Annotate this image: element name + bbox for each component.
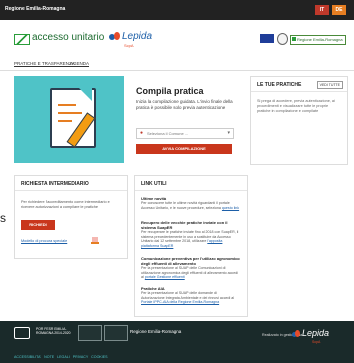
top-bar: Regione Emilia-Romagna IT DE xyxy=(0,0,354,20)
link-utili-panel: LINK UTILI Ultime novità Per conoscere t… xyxy=(134,175,248,317)
document-fold xyxy=(79,88,92,101)
nav-bar: PRATICHE E TRASPARENZA AGENDA xyxy=(0,58,354,71)
link-item: Comunicazione preventiva per l'utilizzo … xyxy=(141,256,241,280)
avvia-compilazione-button[interactable]: AVVIA COMPILAZIONE xyxy=(136,144,232,154)
lepida-logo-sub: ScpA xyxy=(124,43,134,48)
link-item-anchor[interactable]: Portale IPPC-AIA della Regione Emilia-Ro… xyxy=(141,300,219,304)
italy-emblem-icon xyxy=(277,33,288,45)
footer-lepida-icon xyxy=(292,330,300,338)
modello-procura-link[interactable]: Modello di procura speciale xyxy=(21,239,67,243)
document-line xyxy=(58,104,76,106)
regione-logo: Regione Emilia-Romagna xyxy=(290,35,346,45)
por-fesr-logo-text: POR FESR EMILIA-ROMAGNA 2014-2020 xyxy=(36,327,71,335)
tue-pratiche-panel: LE TUE PRATICHE VEDI TUTTE Si prega di a… xyxy=(250,76,348,165)
document-line xyxy=(58,120,72,122)
lepida-logo-icon xyxy=(109,32,120,42)
footer-links[interactable]: ACCESSIBILITA' NOTE LEGALI PRIVACY COOKI… xyxy=(14,355,108,359)
link-item: Recupero delle vecchie pratiche inviate … xyxy=(141,220,241,248)
eu-flag-icon xyxy=(260,34,274,43)
document-line xyxy=(58,112,82,114)
lang-de-button[interactable]: DE xyxy=(332,5,346,15)
comune-select[interactable]: ● Seleziona il Comune ... ▾ xyxy=(136,128,234,139)
link-item-title: Recupero delle vecchie pratiche inviate … xyxy=(141,220,228,230)
link-item-text: Per la presentazione al SUAP delle doman… xyxy=(141,291,235,305)
nav-link-pratiche[interactable]: PRATICHE E TRASPARENZA xyxy=(14,61,75,66)
richiedi-button[interactable]: RICHIEDI xyxy=(21,220,55,230)
footer-lepida-sub: ScpA xyxy=(312,340,321,344)
link-item-text: Per conoscere tutte le ultime novità rig… xyxy=(141,201,240,210)
brand-icon xyxy=(14,34,30,45)
panel-header: LE TUE PRATICHE VEDI TUTTE xyxy=(251,77,347,92)
panel-title: LINK UTILI xyxy=(141,181,167,187)
footer-regione-logo: Regione Emilia-Romagna xyxy=(130,329,182,334)
link-item-anchor[interactable]: portale Gestione effluenti xyxy=(145,275,185,279)
footer-logo-box xyxy=(104,325,128,341)
link-item: Ultime novità Per conoscere tutte le ult… xyxy=(141,196,241,210)
cropped-letter: s xyxy=(0,211,6,225)
link-item: Pratiche AIA Per la presentazione al SUA… xyxy=(141,286,241,305)
lepida-logo-text: Lepida xyxy=(122,31,153,42)
link-item-anchor[interactable]: questo link xyxy=(222,206,239,210)
location-pin-icon: ● xyxy=(140,130,144,136)
compila-title: Compila pratica xyxy=(136,86,204,96)
panel-title: LE TUE PRATICHE xyxy=(257,82,302,88)
link-item-text: Per la presentazione al SUAP delle Comun… xyxy=(141,266,239,280)
link-item-text: Per recuperare le pratiche inviate fino … xyxy=(141,230,239,248)
richiesta-panel: RICHIESTA INTERMEDIARIO Per richiedere l… xyxy=(14,175,128,259)
tue-pratiche-text: Si prega di accedere, previa autenticazi… xyxy=(257,99,335,113)
richiesta-text: Per richiedere l'accreditamento come int… xyxy=(21,200,110,209)
brand-text[interactable]: accesso unitario xyxy=(32,32,104,43)
footer-logo-box xyxy=(78,325,102,341)
vedi-tutte-button[interactable]: VEDI TUTTE xyxy=(316,81,343,89)
chevron-down-icon: ▾ xyxy=(227,130,230,136)
por-fesr-logo-icon xyxy=(14,327,36,339)
panel-header: RICHIESTA INTERMEDIARIO xyxy=(15,176,127,191)
footer-lepida-text: Lepida xyxy=(302,328,330,338)
pdf-icon[interactable] xyxy=(91,237,99,245)
panel-header: LINK UTILI xyxy=(135,176,247,191)
panel-title: RICHIESTA INTERMEDIARIO xyxy=(21,181,89,187)
compila-description: Inizia la compilazione guidata. L'invio … xyxy=(136,99,233,110)
link-item-title: Comunicazione preventiva per l'utilizzo … xyxy=(141,256,240,266)
lang-it-button[interactable]: IT xyxy=(315,5,329,15)
region-label: Regione Emilia-Romagna xyxy=(5,6,66,12)
comune-select-placeholder: Seleziona il Comune ... xyxy=(147,131,189,136)
nav-link-agenda[interactable]: AGENDA xyxy=(70,61,89,66)
